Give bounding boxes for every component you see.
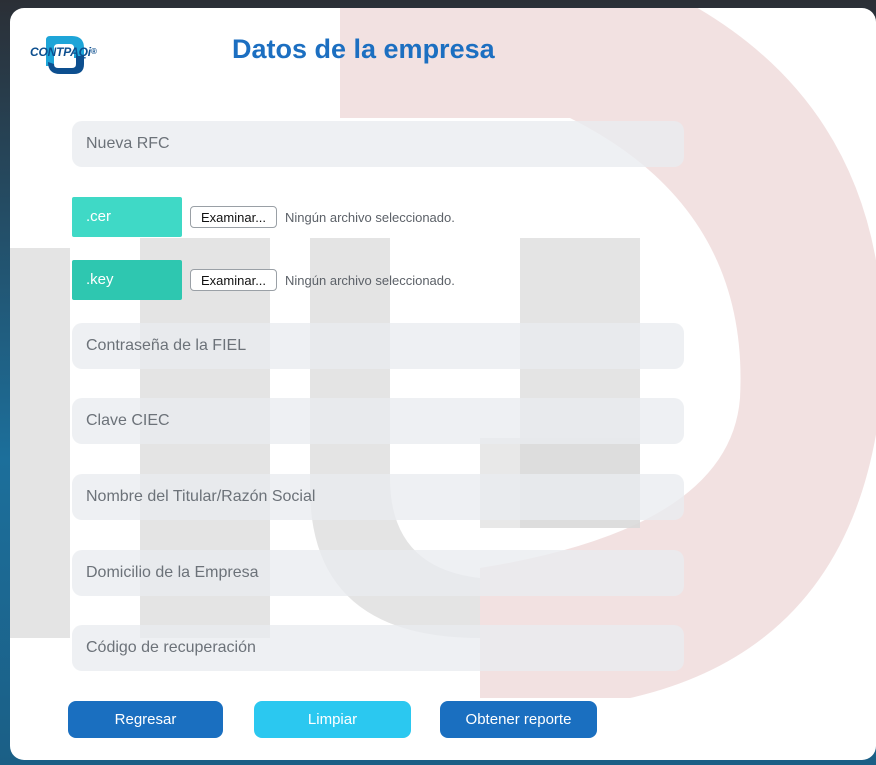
cer-file-status: Ningún archivo seleccionado.	[285, 209, 455, 225]
cer-browse-button[interactable]: Examinar...	[190, 206, 278, 228]
window-frame: CONTPAQi® Datos de la empresa .cer Exami…	[0, 0, 876, 765]
logo-wordmark-main: CONTPAQ	[30, 45, 88, 59]
ciec-input[interactable]	[72, 398, 684, 444]
key-browse-button[interactable]: Examinar...	[190, 269, 278, 291]
company-data-card: CONTPAQi® Datos de la empresa .cer Exami…	[10, 8, 876, 760]
fiel-password-input[interactable]	[72, 323, 684, 369]
recovery-code-input[interactable]	[72, 625, 684, 671]
owner-name-input[interactable]	[72, 474, 684, 520]
logo-registered-mark: ®	[90, 47, 97, 56]
key-file-tag: .key	[72, 260, 182, 300]
logo-wordmark: CONTPAQi®	[30, 45, 97, 59]
cer-file-row: .cer Examinar... Ningún archivo seleccio…	[72, 197, 455, 237]
address-input[interactable]	[72, 550, 684, 596]
clear-button[interactable]: Limpiar	[254, 701, 411, 738]
key-file-status: Ningún archivo seleccionado.	[285, 272, 455, 288]
cer-file-tag: .cer	[72, 197, 182, 237]
back-button[interactable]: Regresar	[68, 701, 223, 738]
rfc-input[interactable]	[72, 121, 684, 167]
key-file-row: .key Examinar... Ningún archivo seleccio…	[72, 260, 455, 300]
page-title: Datos de la empresa	[232, 34, 495, 64]
get-report-button[interactable]: Obtener reporte	[440, 701, 597, 738]
